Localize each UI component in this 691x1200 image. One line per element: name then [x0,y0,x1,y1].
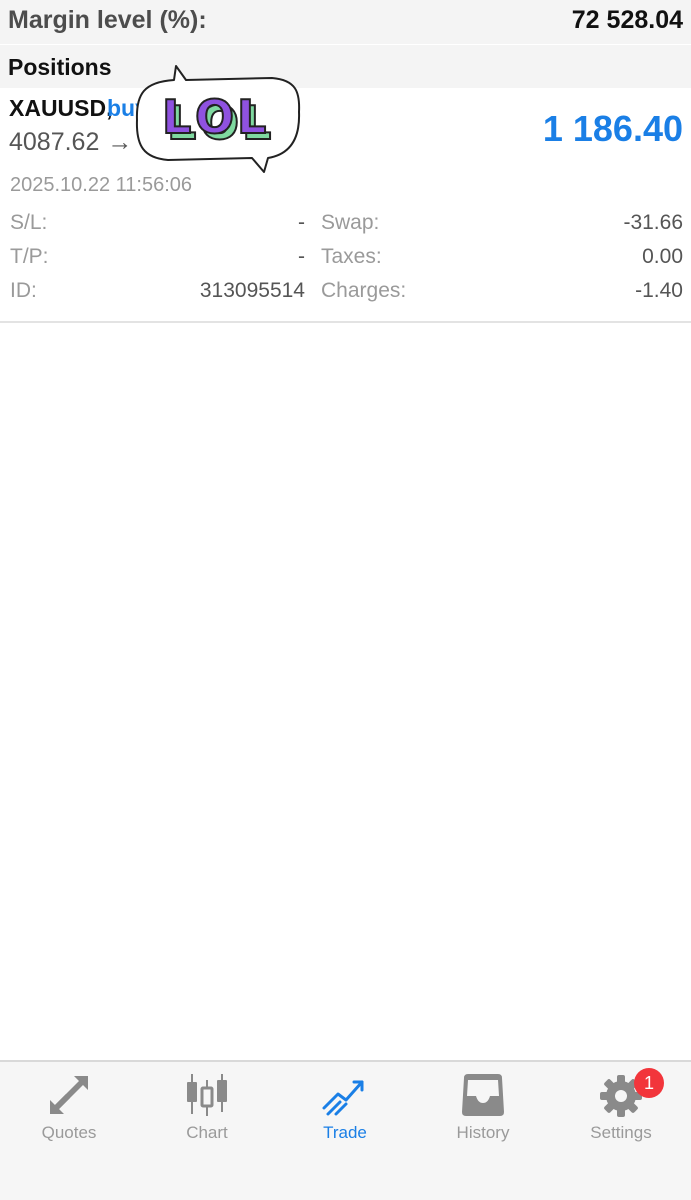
swap-value: -31.66 [623,211,683,234]
position-divider [0,321,691,323]
tp-value: - [298,245,305,268]
position-row[interactable]: XAUUSD, buy 4087.62 → 1 186.40 2025.10.22… [0,88,691,322]
tab-settings[interactable]: 1 Settings [552,1062,690,1162]
positions-title: Positions [8,54,112,80]
tab-trade[interactable]: Trade [276,1062,414,1162]
lol-sticker: L O L L O L [134,62,304,180]
trade-trend-icon [322,1080,364,1116]
margin-level-value: 72 528.04 [571,6,683,34]
tab-chart[interactable]: Chart [138,1062,276,1162]
tab-history[interactable]: History [414,1062,552,1162]
arrow-right-icon: → [107,128,133,156]
position-profit: 1 186.40 [542,108,683,149]
notification-badge: 1 [634,1068,664,1098]
positions-header: Positions [0,44,691,89]
tp-label: T/P: [10,245,49,268]
margin-level-label: Margin level (%): [8,6,207,34]
position-price-line: 4087.62 → [9,128,132,157]
trade-screen: Margin level (%): 72 528.04 Positions XA… [0,0,691,1200]
inbox-tray-icon [462,1074,504,1116]
candlestick-icon [187,1074,227,1116]
sl-value: - [298,211,305,234]
quotes-arrows-icon [50,1076,88,1114]
sl-label: S/L: [10,211,48,234]
open-price: 4087.62 [9,128,100,156]
taxes-value: 0.00 [642,245,683,268]
charges-label: Charges: [321,279,407,302]
tab-bar: Quotes Chart Trade History 1 Settings [0,1060,691,1200]
swap-label: Swap: [321,211,380,234]
tab-label: Quotes [41,1123,97,1142]
sticker-letter: L [162,90,191,144]
tab-label: History [456,1123,510,1142]
position-symbol: XAUUSD, [9,95,113,121]
margin-level-row: Margin level (%): 72 528.04 [0,0,691,44]
id-label: ID: [10,279,37,302]
sticker-letter: O [195,90,234,144]
charges-value: -1.40 [635,279,683,302]
speech-bubble-icon: L O L L O L [135,65,301,173]
tab-label: Trade [323,1123,367,1142]
taxes-label: Taxes: [321,245,382,268]
tab-label: Chart [186,1123,228,1142]
sticker-letter: L [237,90,266,144]
tab-label: Settings [590,1123,652,1142]
tab-quotes[interactable]: Quotes [0,1062,138,1162]
id-value: 313095514 [199,279,305,302]
